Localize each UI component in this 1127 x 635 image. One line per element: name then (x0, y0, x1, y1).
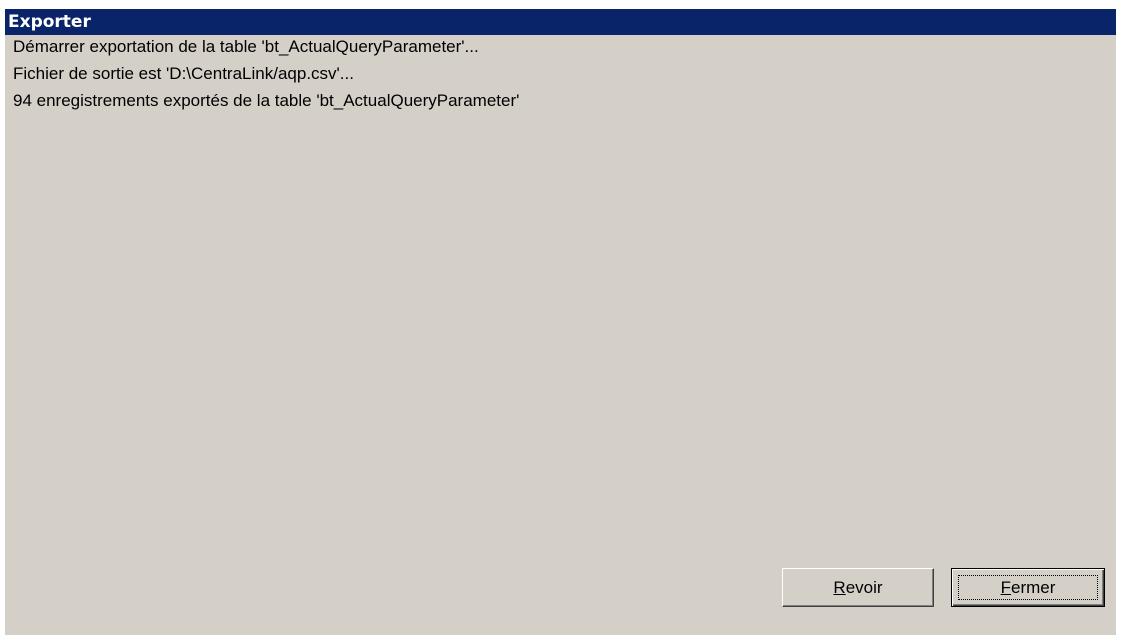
log-line: Démarrer exportation de la table 'bt_Act… (13, 37, 479, 56)
export-dialog: Exporter Démarrer exportation de la tabl… (5, 9, 1116, 635)
revoir-button[interactable]: Revoir (782, 568, 934, 607)
fermer-mnemonic: F (1000, 577, 1011, 597)
revoir-button-label: Revoir (833, 578, 882, 598)
fermer-label-rest: ermer (1010, 577, 1056, 597)
revoir-label-rest: evoir (845, 577, 883, 597)
log-line: 94 enregistrements exportés de la table … (13, 91, 520, 110)
fermer-button-label: Fermer (1001, 578, 1056, 598)
export-log: Démarrer exportation de la table 'bt_Act… (13, 37, 520, 114)
revoir-mnemonic: R (833, 577, 846, 597)
title-bar[interactable]: Exporter (5, 9, 1116, 35)
fermer-button[interactable]: Fermer (951, 568, 1105, 607)
window-title: Exporter (8, 12, 91, 32)
log-line: Fichier de sortie est 'D:\CentraLink/aqp… (13, 64, 354, 83)
